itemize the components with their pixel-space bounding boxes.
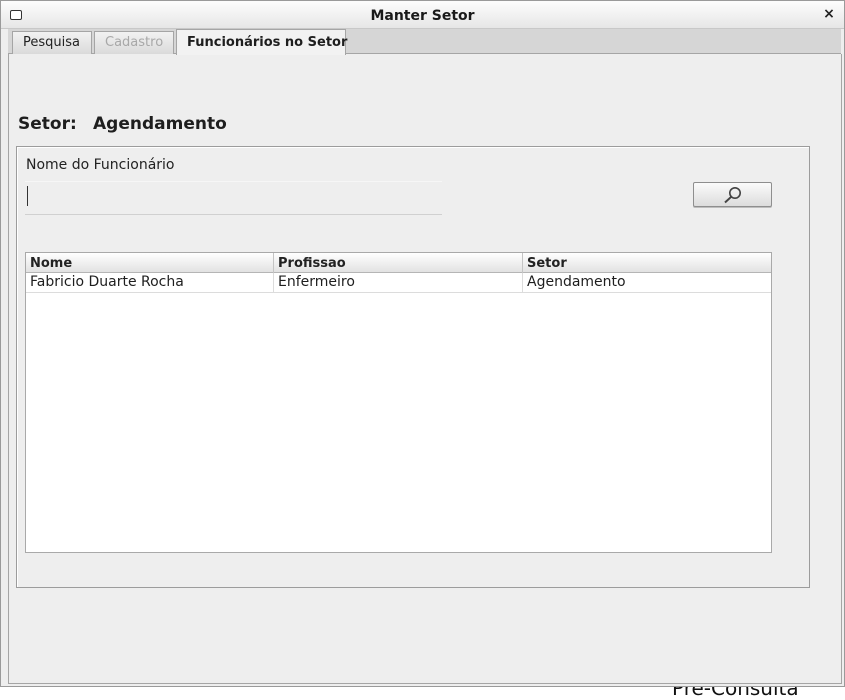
employee-name-label: Nome do Funcionário xyxy=(26,157,175,173)
column-header-nome[interactable]: Nome xyxy=(26,253,274,273)
cell-nome: Fabricio Duarte Rocha xyxy=(26,273,274,292)
table-row[interactable]: Fabricio Duarte Rocha Enfermeiro Agendam… xyxy=(26,273,771,293)
column-header-setor[interactable]: Setor xyxy=(523,253,771,273)
title-bar[interactable]: Manter Setor × xyxy=(1,1,844,29)
cell-setor: Agendamento xyxy=(527,274,626,290)
tab-content: Setor: Agendamento Nome do Funcionário N… xyxy=(8,54,842,684)
cell-profissao: Enfermeiro xyxy=(274,273,523,292)
tab-pesquisa[interactable]: Pesquisa xyxy=(12,31,92,54)
tab-cadastro: Cadastro xyxy=(94,31,174,54)
close-button[interactable]: × xyxy=(822,5,836,23)
window-title: Manter Setor xyxy=(370,8,475,24)
search-button[interactable] xyxy=(693,182,772,207)
employees-table: Nome Profissao Setor Fabricio Duarte Roc… xyxy=(25,252,772,553)
text-caret xyxy=(27,186,28,206)
employee-name-input[interactable] xyxy=(25,181,442,215)
manter-setor-window: Manter Setor × Pesquisa Cadastro Funcion… xyxy=(0,0,845,687)
setor-label: Setor: xyxy=(18,114,77,134)
table-header: Nome Profissao Setor xyxy=(26,253,771,273)
tab-funcionarios-no-setor[interactable]: Funcionários no Setor xyxy=(176,29,347,55)
tab-bar: Pesquisa Cadastro Funcionários no Setor xyxy=(8,29,841,55)
employee-search-panel: Nome do Funcionário Nome Profissao Setor… xyxy=(16,146,810,588)
magnifier-icon xyxy=(724,187,741,204)
setor-value: Agendamento xyxy=(93,114,227,134)
column-header-profissao[interactable]: Profissao xyxy=(274,253,523,273)
